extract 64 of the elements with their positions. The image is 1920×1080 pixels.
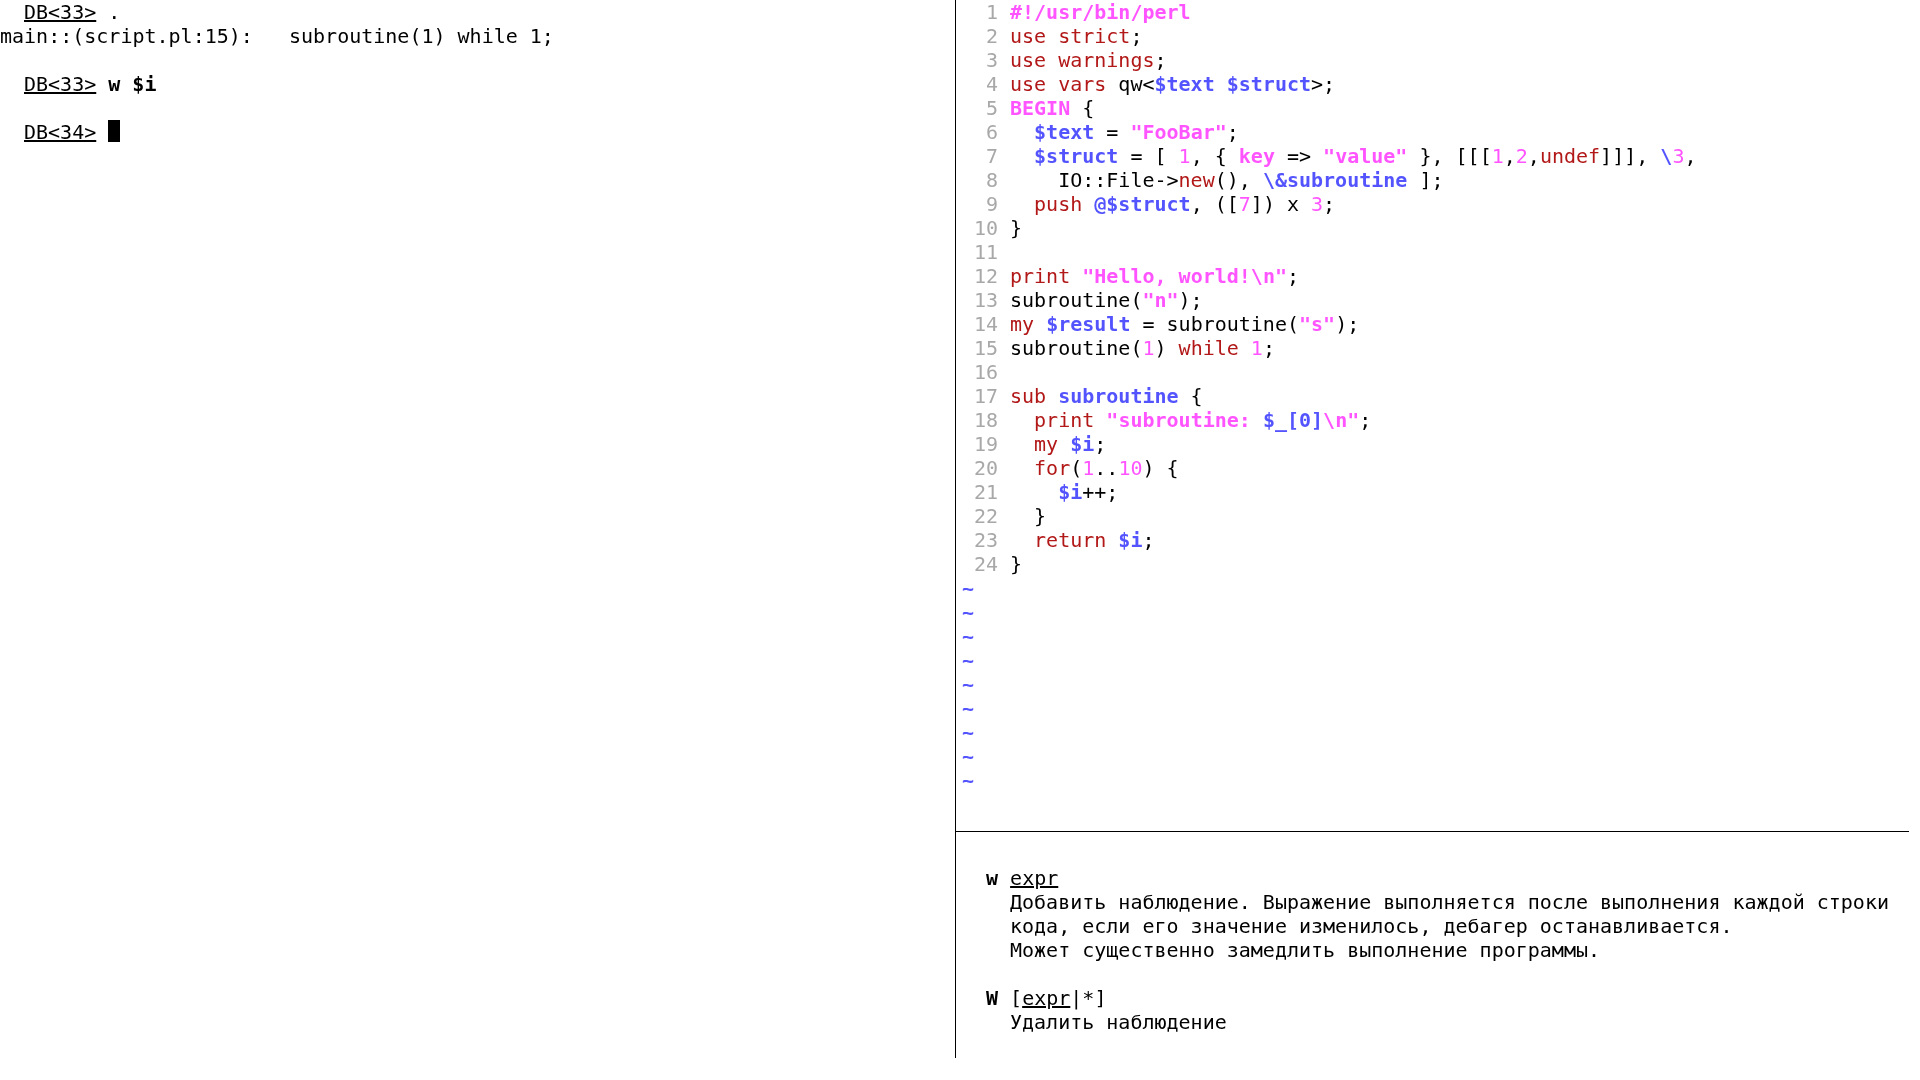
code-line: $text = "FooBar";: [1033, 120, 1239, 144]
line-number: 19: [972, 432, 998, 456]
code-line: IO::File->new(), \&subroutine ];: [1057, 168, 1444, 192]
line-number: 23: [972, 528, 998, 552]
line-number: 4: [984, 72, 998, 96]
code-line: use strict;: [1010, 24, 1143, 48]
empty-line-marker: ~: [962, 624, 975, 648]
line-number: 9: [984, 192, 998, 216]
help-command: W [expr|*]: [986, 986, 1107, 1010]
line-number: 2: [984, 24, 998, 48]
code-line: subroutine(1) while 1;: [1010, 336, 1275, 360]
line-number: 3: [984, 48, 998, 72]
code-line: print "Hello, world!\n";: [1010, 264, 1299, 288]
code-line: }: [1010, 552, 1023, 576]
code-line: }: [1033, 504, 1047, 528]
help-description: Добавить наблюдение. Выражение выполняется после выполнения каждой строки кода, если его значение изменилось, дебагер останавливается. Может существенно замедлить выполнение программы.: [1009, 890, 1889, 962]
line-number: 17: [972, 384, 998, 408]
empty-line-marker: ~: [962, 744, 975, 768]
code-line: use vars qw<$text $struct>;: [1010, 72, 1336, 96]
code-line: #!/usr/bin/perl: [1010, 0, 1191, 24]
code-line: }: [1010, 216, 1023, 240]
line-number: 13: [972, 288, 998, 312]
code-line: $struct = [ 1, { key => "value" }, [[[1,2,undef]]], \3,: [1033, 144, 1697, 168]
line-number: 7: [984, 144, 998, 168]
line-number: 12: [972, 264, 998, 288]
code-line: sub subroutine {: [1010, 384, 1203, 408]
line-number: 22: [972, 504, 998, 528]
line-number: 11: [972, 240, 998, 264]
line-number: 20: [972, 456, 998, 480]
line-number: 1: [984, 0, 998, 24]
empty-line-marker: ~: [962, 672, 975, 696]
line-number: 24: [972, 552, 998, 576]
code-line: my $i;: [1033, 432, 1107, 456]
code-line: my $result = subroutine("s");: [1010, 312, 1360, 336]
code-line: print "subroutine: $_[0]\n";: [1033, 408, 1372, 432]
empty-line-marker: ~: [962, 720, 975, 744]
code-line: subroutine("n");: [1010, 288, 1203, 312]
empty-line-marker: ~: [962, 768, 975, 792]
terminal-line: main::(script.pl:15): subroutine(1) while 1;: [0, 24, 554, 48]
text-cursor: [108, 120, 121, 142]
terminal-line: DB<34>: [23, 120, 97, 144]
line-number: 8: [984, 168, 998, 192]
line-number: 21: [972, 480, 998, 504]
code-line: push @$struct, ([7]) x 3;: [1033, 192, 1336, 216]
line-number: 10: [972, 216, 998, 240]
empty-line-marker: ~: [962, 600, 975, 624]
code-line: use warnings;: [1010, 48, 1167, 72]
line-number: 15: [972, 336, 998, 360]
line-number: 16: [972, 360, 998, 384]
help-description: Удалить наблюдение: [1009, 1010, 1227, 1034]
line-number: 14: [972, 312, 998, 336]
line-number: 6: [984, 120, 998, 144]
terminal-line: DB<33> w $i: [23, 72, 157, 96]
empty-line-marker: ~: [962, 576, 975, 600]
line-number: 5: [984, 96, 998, 120]
code-line: $i++;: [1057, 480, 1119, 504]
code-line: return $i;: [1033, 528, 1155, 552]
empty-line-marker: ~: [962, 696, 975, 720]
line-number: 18: [972, 408, 998, 432]
help-command: w expr: [986, 866, 1059, 890]
terminal-line: DB<33> .: [23, 0, 121, 24]
code-line: for(1..10) {: [1033, 456, 1179, 480]
empty-line-marker: ~: [962, 648, 975, 672]
code-line: BEGIN {: [1010, 96, 1095, 120]
